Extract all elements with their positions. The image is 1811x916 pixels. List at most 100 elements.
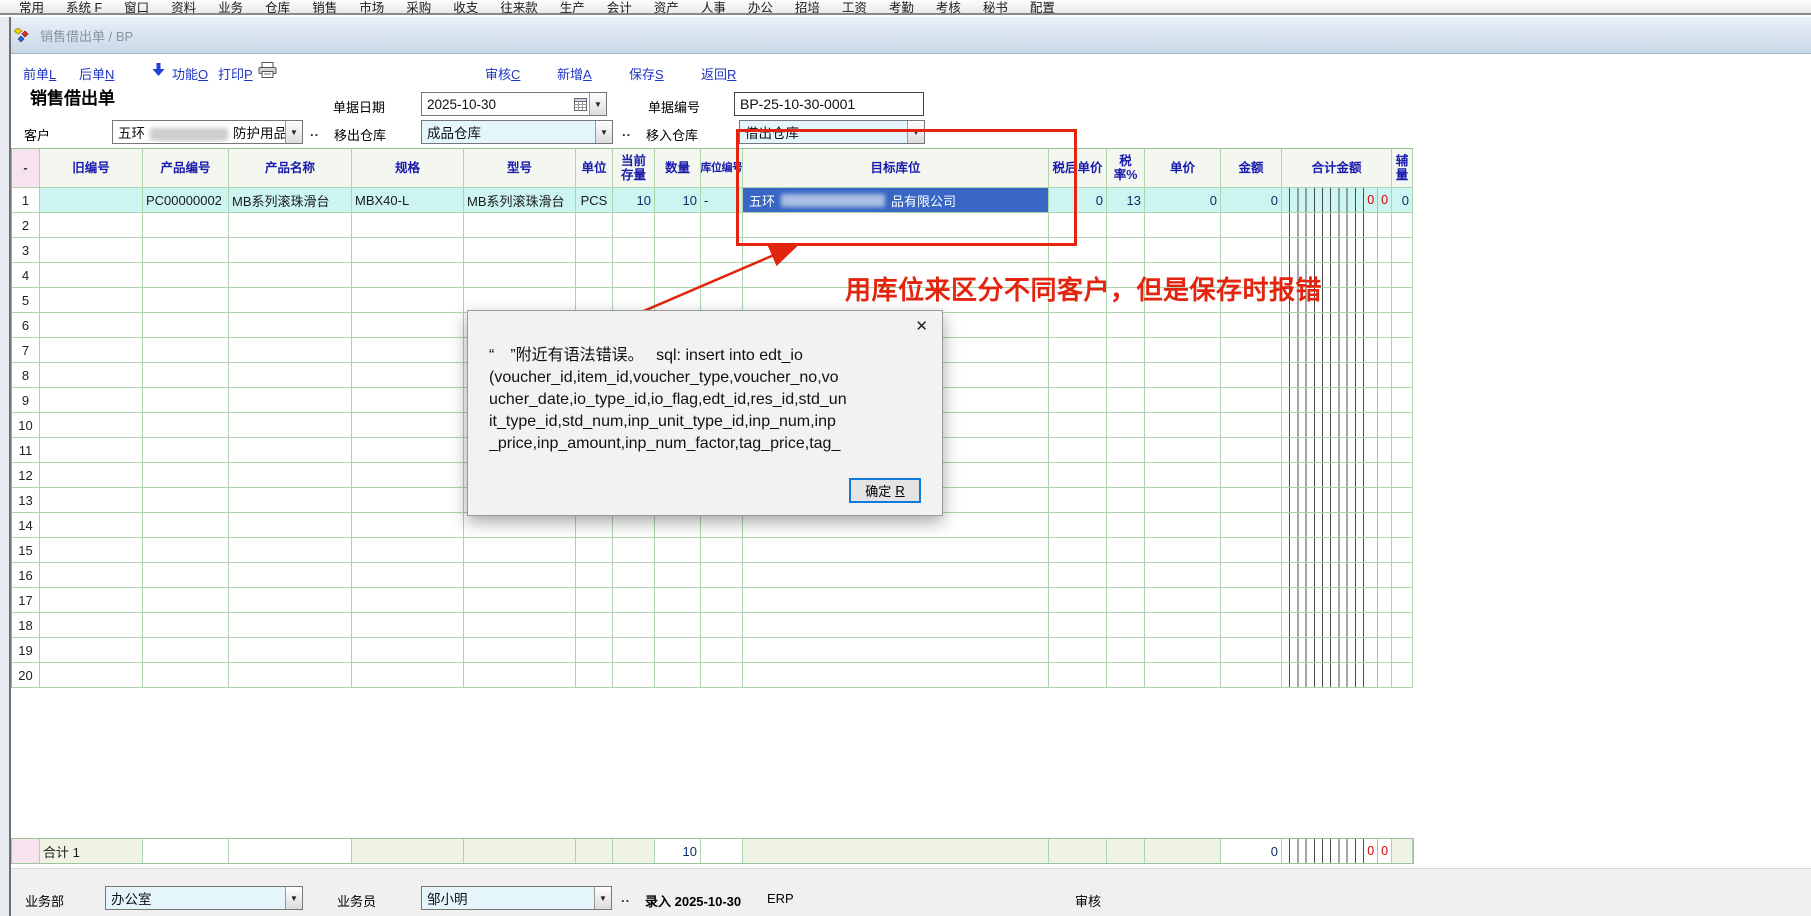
grid-cell[interactable] xyxy=(743,563,1049,588)
grid-cell[interactable] xyxy=(352,613,464,638)
grid-cell[interactable] xyxy=(464,513,576,538)
menu-item[interactable]: 生产 xyxy=(549,0,596,16)
grid-cell[interactable] xyxy=(1221,338,1282,363)
grid-cell[interactable] xyxy=(1221,313,1282,338)
grid-cell[interactable] xyxy=(352,438,464,463)
grid-cell[interactable] xyxy=(143,213,229,238)
grid-cell[interactable] xyxy=(1221,238,1282,263)
grid-cell-extra[interactable] xyxy=(1377,513,1391,537)
close-icon[interactable]: ✕ xyxy=(915,319,928,334)
grid-cell-extra[interactable] xyxy=(1363,563,1377,587)
grid-cell[interactable] xyxy=(1221,463,1282,488)
grid-cell[interactable] xyxy=(576,213,613,238)
date-field[interactable]: 2025-10-30 ▼ xyxy=(421,92,607,116)
grid-cell[interactable] xyxy=(1107,613,1145,638)
grid-cell[interactable] xyxy=(576,613,613,638)
grid-cell[interactable] xyxy=(1107,563,1145,588)
functions-button[interactable]: 功能O xyxy=(172,64,208,83)
grid-cell-extra[interactable] xyxy=(1377,638,1391,662)
grid-cell[interactable] xyxy=(352,363,464,388)
grid-cell[interactable] xyxy=(1107,463,1145,488)
grid-cell[interactable] xyxy=(352,488,464,513)
grid-cell[interactable] xyxy=(1145,413,1221,438)
grid-cell[interactable] xyxy=(1221,213,1282,238)
grid-cell[interactable] xyxy=(40,388,143,413)
warehouse-in-combo[interactable]: 借出仓库 ▼ xyxy=(739,120,925,144)
prev-doc-button[interactable]: 前单L xyxy=(23,64,56,83)
grid-cell[interactable] xyxy=(1145,338,1221,363)
customer-lookup-button[interactable]: .. xyxy=(310,124,319,139)
grid-cell[interactable] xyxy=(613,263,655,288)
grid-cell[interactable] xyxy=(1392,488,1413,513)
grid-cell[interactable] xyxy=(143,513,229,538)
docno-input[interactable]: BP-25-10-30-0001 xyxy=(734,92,924,116)
grid-cell[interactable] xyxy=(1145,538,1221,563)
grid-cell[interactable] xyxy=(40,663,143,688)
grid-cell[interactable] xyxy=(1392,263,1413,288)
grid-cell[interactable] xyxy=(1049,438,1107,463)
grid-cell[interactable] xyxy=(1145,438,1221,463)
grid-cell-extra[interactable] xyxy=(1363,338,1377,362)
grid-cell-extra[interactable] xyxy=(1377,613,1391,637)
grid-cell[interactable] xyxy=(701,538,743,563)
grid-cell[interactable] xyxy=(229,463,352,488)
grid-cell[interactable] xyxy=(1221,363,1282,388)
grid-cell[interactable] xyxy=(613,213,655,238)
grid-cell[interactable] xyxy=(1049,588,1107,613)
grid-cell[interactable] xyxy=(1107,488,1145,513)
grid-cell[interactable] xyxy=(40,413,143,438)
grid-cell[interactable]: PCS xyxy=(576,188,613,213)
grid-cell[interactable] xyxy=(40,188,143,213)
grid-cell-extra[interactable] xyxy=(1363,613,1377,637)
grid-cell[interactable] xyxy=(1392,288,1413,313)
grid-cell[interactable] xyxy=(1392,638,1413,663)
grid-cell-extra[interactable] xyxy=(1363,513,1377,537)
grid-cell[interactable] xyxy=(1392,663,1413,688)
grid-cell[interactable] xyxy=(576,588,613,613)
audit-button[interactable]: 审核C xyxy=(485,64,520,83)
grid-cell[interactable] xyxy=(40,488,143,513)
grid-cell[interactable] xyxy=(1392,413,1413,438)
grid-cell[interactable] xyxy=(576,638,613,663)
grid-cell[interactable] xyxy=(576,538,613,563)
grid-cell[interactable] xyxy=(1282,413,1392,438)
grid-cell[interactable] xyxy=(1392,213,1413,238)
grid-cell[interactable] xyxy=(1107,438,1145,463)
grid-cell[interactable] xyxy=(1145,588,1221,613)
grid-cell[interactable] xyxy=(229,513,352,538)
grid-cell[interactable] xyxy=(1282,238,1392,263)
grid-cell[interactable]: MBX40-L xyxy=(352,188,464,213)
grid-cell[interactable] xyxy=(352,663,464,688)
menu-item[interactable]: 办公 xyxy=(737,0,784,16)
menu-item[interactable]: 往来款 xyxy=(489,0,549,16)
grid-cell[interactable] xyxy=(40,513,143,538)
grid-cell[interactable] xyxy=(229,663,352,688)
grid-cell-extra[interactable] xyxy=(1377,213,1391,237)
grid-cell-extra[interactable] xyxy=(1363,388,1377,412)
grid-cell[interactable] xyxy=(40,588,143,613)
grid-cell[interactable] xyxy=(464,563,576,588)
grid-cell-extra[interactable] xyxy=(1377,413,1391,437)
grid-cell[interactable] xyxy=(1221,563,1282,588)
staff-lookup-button[interactable]: .. xyxy=(621,890,630,905)
menu-item[interactable]: 窗口 xyxy=(113,0,160,16)
menu-item[interactable]: 资产 xyxy=(643,0,690,16)
staff-dropdown-button[interactable]: ▼ xyxy=(594,887,611,909)
grid-cell[interactable] xyxy=(1107,413,1145,438)
grid-cell[interactable] xyxy=(229,613,352,638)
grid-cell[interactable] xyxy=(40,338,143,363)
menu-item[interactable]: 人事 xyxy=(690,0,737,16)
grid-cell[interactable] xyxy=(576,563,613,588)
grid-cell[interactable] xyxy=(1049,463,1107,488)
grid-cell[interactable] xyxy=(701,513,743,538)
grid-cell[interactable] xyxy=(701,663,743,688)
grid-cell[interactable] xyxy=(40,463,143,488)
grid-cell[interactable] xyxy=(352,238,464,263)
grid-cell[interactable] xyxy=(229,313,352,338)
grid-cell[interactable] xyxy=(352,513,464,538)
menu-item[interactable]: 考勤 xyxy=(878,0,925,16)
grid-cell[interactable] xyxy=(613,638,655,663)
grid-cell[interactable] xyxy=(613,563,655,588)
grid-cell[interactable] xyxy=(352,538,464,563)
grid-cell[interactable] xyxy=(143,338,229,363)
